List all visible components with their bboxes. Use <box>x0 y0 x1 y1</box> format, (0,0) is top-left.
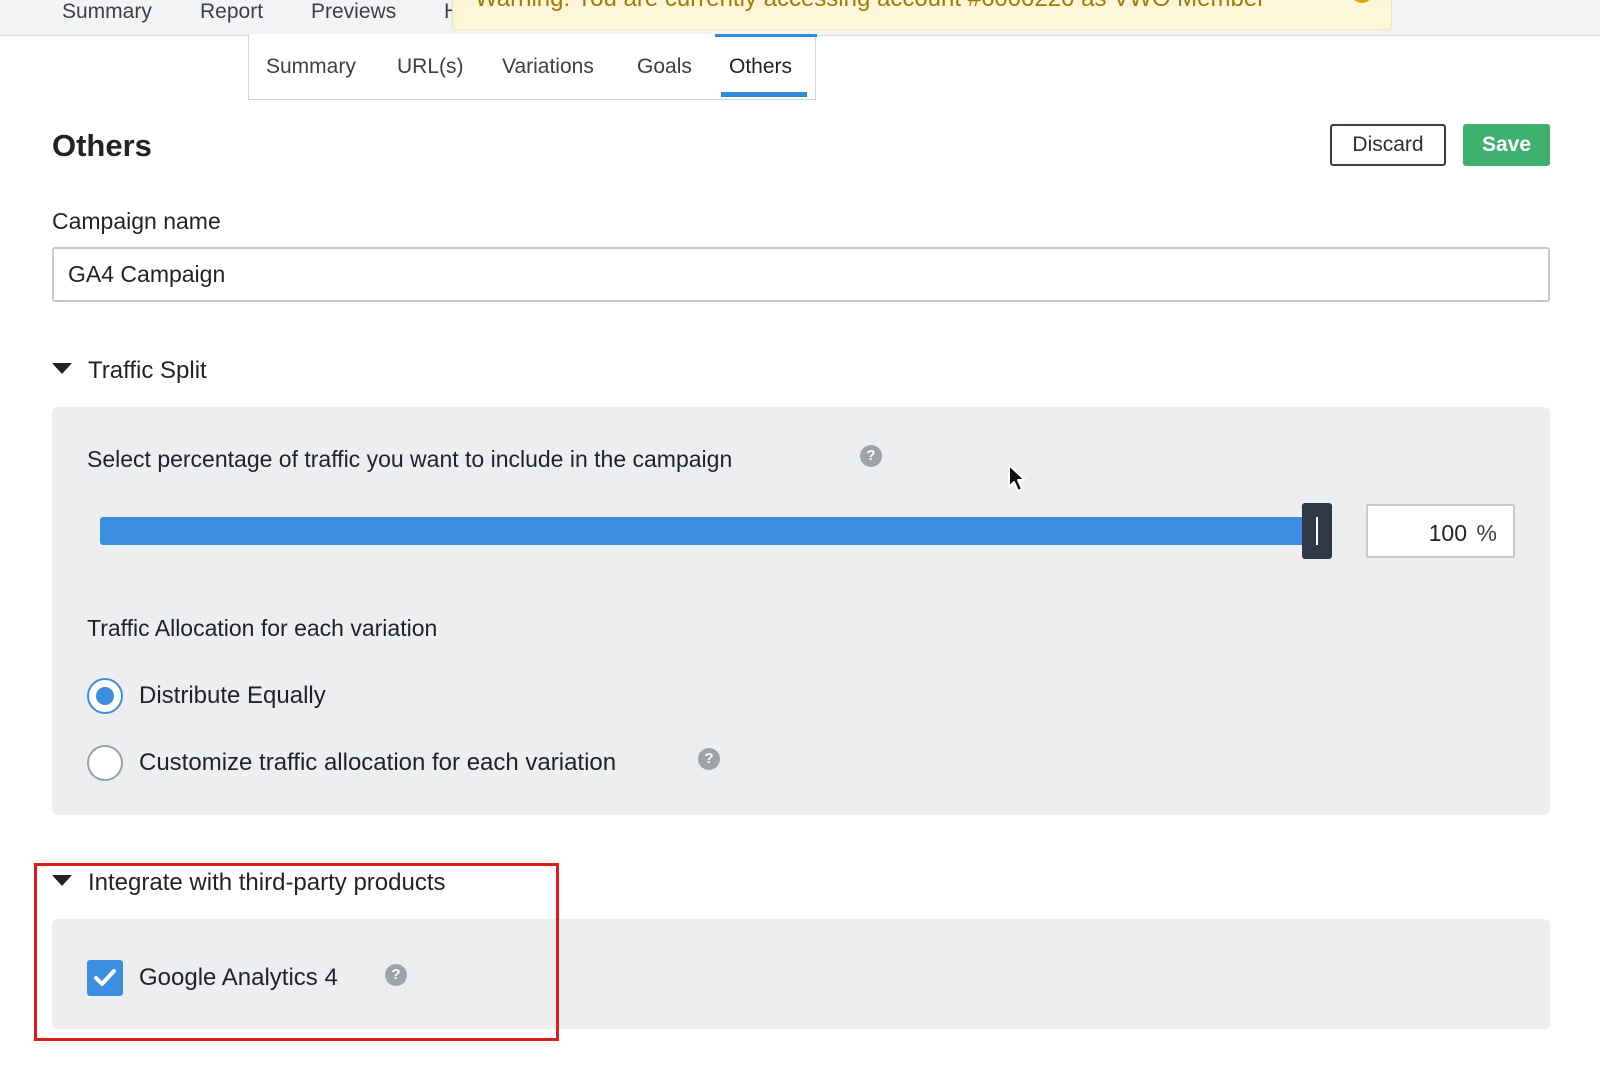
distribute-equally-radio[interactable] <box>87 678 123 714</box>
top-nav-previews[interactable]: Previews <box>311 0 396 24</box>
traffic-allocation-label: Traffic Allocation for each variation <box>87 615 438 641</box>
traffic-split-heading: Traffic Split <box>88 357 207 384</box>
tab-others[interactable]: Others <box>729 54 792 80</box>
traffic-percentage-label: Select percentage of traffic you want to… <box>87 446 733 472</box>
distribute-equally-label[interactable]: Distribute Equally <box>139 682 326 710</box>
question-circle-icon[interactable]: ? <box>860 445 882 467</box>
campaign-name-label: Campaign name <box>52 208 221 234</box>
tab-summary[interactable]: Summary <box>266 54 356 80</box>
traffic-percentage-value: 100 <box>1428 520 1467 546</box>
slider-grip-icon <box>1316 517 1318 545</box>
save-button[interactable]: Save <box>1463 124 1550 166</box>
warning-text: Warning: You are currently accessing acc… <box>475 0 1265 11</box>
tab-others-active-indicator <box>721 92 807 97</box>
percent-unit: % <box>1476 520 1497 546</box>
traffic-percentage-input[interactable]: 100 % <box>1366 504 1515 558</box>
page-title: Others <box>52 128 152 163</box>
caret-down-icon <box>52 363 72 374</box>
customize-allocation-label[interactable]: Customize traffic allocation for each va… <box>139 749 616 777</box>
campaign-name-input[interactable] <box>52 247 1550 302</box>
top-nav-summary[interactable]: Summary <box>62 0 152 24</box>
traffic-slider-handle[interactable] <box>1302 503 1332 559</box>
tab-goals[interactable]: Goals <box>637 54 692 80</box>
sub-tabs: Summary URL(s) Variations Goals Others <box>248 34 817 100</box>
customize-allocation-radio[interactable] <box>87 745 123 781</box>
tab-urls[interactable]: URL(s) <box>397 54 464 80</box>
mouse-pointer-icon <box>1008 464 1026 492</box>
radio-selected-dot <box>96 687 114 705</box>
traffic-split-toggle[interactable]: Traffic Split <box>52 357 207 385</box>
highlight-annotation-box <box>34 863 559 1041</box>
tab-others-top-indicator <box>715 34 817 37</box>
traffic-slider-track[interactable] <box>100 517 1330 545</box>
warning-icon <box>1351 0 1373 3</box>
top-nav: Summary Report Previews H Warning: You a… <box>0 0 1600 36</box>
question-circle-icon[interactable]: ? <box>698 748 720 770</box>
warning-banner: Warning: You are currently accessing acc… <box>452 0 1392 30</box>
discard-button[interactable]: Discard <box>1330 124 1446 166</box>
tab-variations[interactable]: Variations <box>502 54 594 80</box>
top-nav-report[interactable]: Report <box>200 0 263 24</box>
